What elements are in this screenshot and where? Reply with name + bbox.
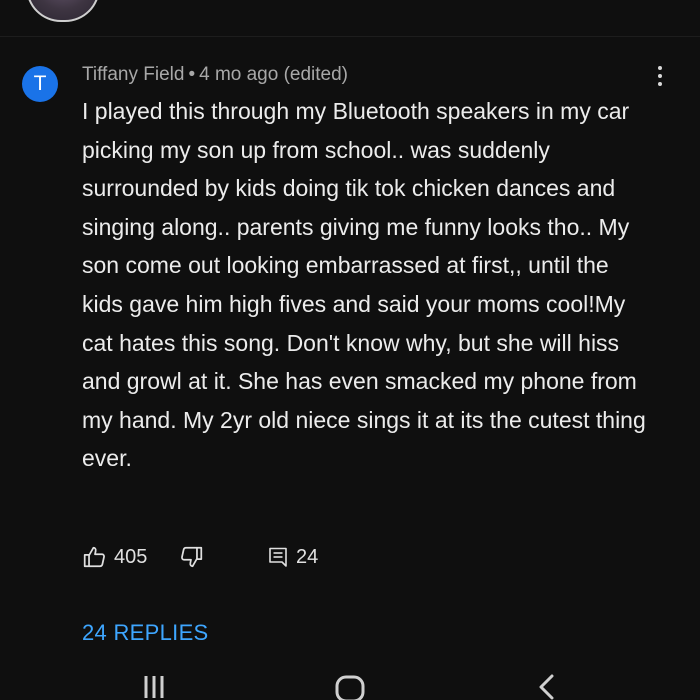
comment-text: I played this through my Bluetooth speak… (82, 98, 646, 472)
comment-time: 4 mo ago (edited) (199, 64, 349, 85)
divider (0, 36, 700, 37)
view-replies-button[interactable]: 24 REPLIES (82, 620, 209, 646)
more-vertical-icon[interactable] (654, 66, 666, 90)
like-count: 405 (114, 545, 148, 568)
dislike-button[interactable] (178, 542, 204, 572)
home-icon[interactable] (330, 668, 370, 700)
comment-actions: 405 24 (82, 542, 382, 572)
author-name[interactable]: Tiffany Field (82, 64, 184, 85)
reply-button[interactable]: 24 (266, 542, 318, 572)
comment-meta: Tiffany Field • 4 mo ago (edited) (82, 64, 348, 86)
back-icon[interactable] (526, 668, 566, 700)
meta-separator: • (188, 64, 196, 85)
system-navbar (0, 660, 700, 700)
thumbs-up-icon (83, 546, 105, 568)
previous-user-avatar[interactable] (26, 0, 100, 22)
avatar-letter: T (33, 72, 47, 95)
avatar[interactable]: T (22, 66, 58, 102)
thumbs-down-icon (181, 546, 203, 568)
like-button[interactable]: 405 (82, 542, 147, 572)
reply-count: 24 (296, 545, 319, 568)
recent-apps-icon[interactable] (134, 668, 174, 700)
comment-screen: T Tiffany Field • 4 mo ago (edited) I play… (0, 0, 700, 700)
comment-icon (269, 547, 287, 567)
